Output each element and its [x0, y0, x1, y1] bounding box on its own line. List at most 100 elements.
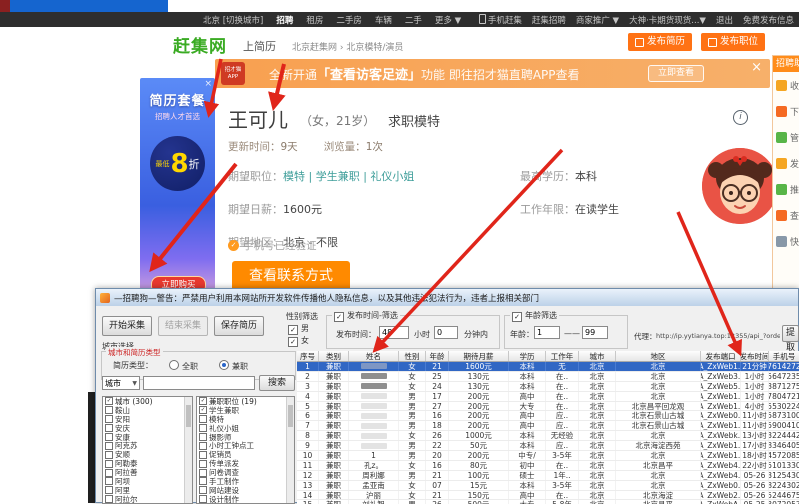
table-header[interactable]: 序号类别姓名性别年龄期待月薪学历工作年城市地区发布端口发布时间手机号 — [297, 351, 799, 362]
assistant-item[interactable]: 下载简历 — [773, 98, 799, 124]
nav-item[interactable]: 免费发布信息 — [743, 14, 794, 26]
promo-banner[interactable]: 招才猫 APP 全新开通「查看访客足迹」功能 即往招才猫直聘APP查看 立即查看… — [215, 59, 770, 88]
nav-item[interactable]: 大神·卡期货现货...▼ — [629, 14, 706, 26]
banner-close-icon[interactable]: × — [751, 60, 762, 75]
city-list-scrollbar[interactable] — [184, 397, 192, 503]
start-collect-button[interactable]: 开始采集 — [102, 316, 152, 336]
male-checkbox[interactable]: ✓男 — [288, 323, 309, 335]
assistant-item[interactable]: 推广职位 — [773, 176, 799, 202]
age-min-input[interactable] — [534, 326, 560, 339]
app-titlebar[interactable]: —招聘狗—警告：严禁用户利用本网站所开发软件传播他人隐私信息，以及其他违法犯法行… — [96, 289, 798, 306]
age-filter-checkbox[interactable]: ✓年龄筛选 — [510, 310, 559, 322]
nav-item[interactable]: 招聘 — [276, 14, 293, 26]
nav-item[interactable]: 退出 — [716, 14, 733, 26]
job-list-scrollbar[interactable] — [286, 397, 294, 503]
table-header-cell[interactable]: 年龄 — [426, 351, 449, 361]
table-row[interactable]: 1兼职女211600元本科无北京北京A_ZxWeb1..21分钟17614272… — [297, 362, 799, 372]
table-row[interactable]: 12兼职周利娜男21100元硕士1年..北京北京A_ZxWeb4..05-261… — [297, 471, 799, 481]
table-header-cell[interactable]: 工作年 — [546, 351, 579, 361]
banner-view-button[interactable]: 立即查看 — [648, 65, 704, 82]
promo-close-icon[interactable]: × — [204, 79, 212, 89]
resume-package-card[interactable]: × 简历套餐 招聘人才首选 最低 8 折 立即购买 — [140, 78, 215, 310]
table-header-cell[interactable]: 学历 — [509, 351, 546, 361]
table-cell: 北京昌平回龙观 — [616, 402, 701, 411]
table-header-cell[interactable]: 姓名 — [349, 351, 399, 361]
nav-item[interactable]: 二手房 — [336, 14, 362, 26]
assistant-item[interactable]: 管理职位 — [773, 124, 799, 150]
female-checkbox[interactable]: ✓女 — [288, 335, 309, 347]
stop-collect-button[interactable]: 结束采集 — [158, 316, 208, 336]
assistant-item-label: 推广职位 — [790, 183, 799, 196]
time-filter-checkbox[interactable]: ✓发布时间-筛选 — [332, 310, 400, 322]
minutes-input[interactable] — [434, 326, 458, 339]
banner-text: 全新开通「查看访客足迹」功能 即往招才猫直聘APP查看 — [269, 64, 580, 83]
nav-item[interactable]: 二手 — [405, 14, 422, 26]
time-label: 发布时间： — [336, 329, 376, 340]
breadcrumb[interactable]: 北京赶集网 › 北京模特/演员 — [292, 40, 403, 53]
proxy-fetch-button[interactable]: 提取 — [782, 325, 799, 342]
assistant-item[interactable]: 快速发布 — [773, 228, 799, 254]
table-cell: 北京 — [616, 481, 701, 490]
table-cell: 10 — [297, 451, 319, 460]
assistant-item[interactable]: 查看套餐 — [773, 202, 799, 228]
assistant-item[interactable]: 发布职位 — [773, 150, 799, 176]
assistant-item[interactable]: 收到简历 — [773, 72, 799, 98]
nav-item[interactable]: 北京 [切换城市] — [203, 14, 263, 26]
table-header-cell[interactable]: 地区 — [616, 351, 701, 361]
table-row[interactable]: 3兼职女24130元本科在..北京北京A_ZxWeb5..1小时13871275… — [297, 382, 799, 392]
views-value: 1次 — [366, 141, 383, 153]
table-row[interactable]: 5兼职男27200元大专在..北京北京昌平回龙观A_ZxWeb1..4小时155… — [297, 402, 799, 412]
table-cell: 无经验 — [546, 431, 579, 440]
parttime-radio[interactable]: 兼职 — [219, 360, 248, 372]
save-resume-button[interactable]: 保存简历 — [214, 316, 264, 336]
fulltime-radio[interactable]: 全职 — [169, 360, 198, 372]
checkbox-icon — [199, 486, 207, 494]
table-cell: 1年.. — [546, 471, 579, 480]
city-listbox[interactable]: ✓城市 (300)鞍山安阳安庆安康阿克苏安顺阿勒泰阿拉善阿坝阿里阿拉尔澳门 — [102, 396, 193, 504]
table-cell — [349, 421, 399, 430]
age-max-input[interactable] — [582, 326, 608, 339]
table-cell: 05-26 — [741, 481, 769, 490]
ganji-logo[interactable]: 赶集网 — [173, 32, 227, 57]
publish-job-button[interactable]: 发布职位 — [701, 33, 765, 51]
nav-item[interactable]: 商家推广 ▼ — [576, 14, 619, 26]
hours-input[interactable] — [379, 326, 409, 339]
table-header-cell[interactable]: 类别 — [319, 351, 349, 361]
browser-tab[interactable] — [10, 0, 168, 12]
table-row[interactable]: 4兼职男17200元高中在..北京北京A_ZxWeb1..1小时17804721… — [297, 392, 799, 402]
nav-item[interactable]: 手机赶集 — [479, 14, 522, 26]
table-row[interactable]: 8兼职女261000元本科无经验北京北京A_ZxWebk..13小时132244… — [297, 431, 799, 441]
nav-item[interactable]: 赶集招聘 — [532, 14, 566, 26]
city-dropdown[interactable]: 城市 ▼ — [102, 376, 140, 390]
field-value[interactable]: 模特 | 学生兼职 | 礼仪小姐 — [283, 170, 414, 183]
search-button[interactable]: 搜索 — [259, 375, 295, 391]
table-row[interactable]: 14兼职沪丽女21150元高中在..北京北京海淀A_ZxWeb2..05-261… — [297, 491, 799, 501]
nav-item[interactable]: 更多 ▼ — [435, 14, 461, 26]
table-cell: 兼职 — [319, 392, 349, 401]
table-header-cell[interactable]: 序号 — [297, 351, 319, 361]
nav-item[interactable]: 租房 — [306, 14, 323, 26]
table-cell: 女 — [399, 431, 426, 440]
publish-resume-button[interactable]: 发布简历 — [628, 33, 692, 51]
table-row[interactable]: 13兼职孟亚南女0715元本科3-5年北京北京A_ZxWeb0..05-2618… — [297, 481, 799, 491]
table-header-cell[interactable]: 期待月薪 — [449, 351, 509, 361]
table-row[interactable]: 15兼职刘礼智男26500元大专5-8年北京北京昌平A_ZxWebA..05-2… — [297, 500, 799, 504]
publish-job-label: 发布职位 — [720, 33, 758, 51]
table-header-cell[interactable]: 手机号 — [769, 351, 799, 361]
job-listbox[interactable]: ✓兼职职位 (19)✓学生兼职模特礼仪小姐摄影师小时工钟点工促销员传单派发问卷调… — [196, 396, 295, 504]
table-row[interactable]: 10兼职1男20200元中专/3-5年北京北京A_ZxWeb1..18小时145… — [297, 451, 799, 461]
table-header-cell[interactable]: 城市 — [579, 351, 616, 361]
table-cell: 兼职 — [319, 441, 349, 450]
info-icon[interactable]: i — [733, 110, 748, 125]
table-row[interactable]: 11兼职孔z。女1680元初中在..北京北京昌平A_ZxWeb4..22小时15… — [297, 461, 799, 471]
table-row[interactable]: 6兼职男16200元高中应..北京北京石景山古城A_ZxWeb0..11小时15… — [297, 411, 799, 421]
table-header-cell[interactable]: 性别 — [399, 351, 426, 361]
table-row[interactable]: 2兼职女25130元本科在..北京北京A_ZxWeb3..1小时15647235… — [297, 372, 799, 382]
table-row[interactable]: 9兼职男2250元本科应..北京北京海淀西苑A_ZxWeb1..17小时1834… — [297, 441, 799, 451]
table-header-cell[interactable]: 发布端口 — [701, 351, 741, 361]
table-row[interactable]: 7兼职男18200元高中应..北京北京石景山古城A_ZxWeb1..11小时15… — [297, 421, 799, 431]
table-header-cell[interactable]: 发布时间 — [741, 351, 769, 361]
view-contact-button[interactable]: 查看联系方式 — [232, 261, 350, 291]
city-search-input[interactable] — [143, 376, 255, 390]
nav-item[interactable]: 车辆 — [375, 14, 392, 26]
